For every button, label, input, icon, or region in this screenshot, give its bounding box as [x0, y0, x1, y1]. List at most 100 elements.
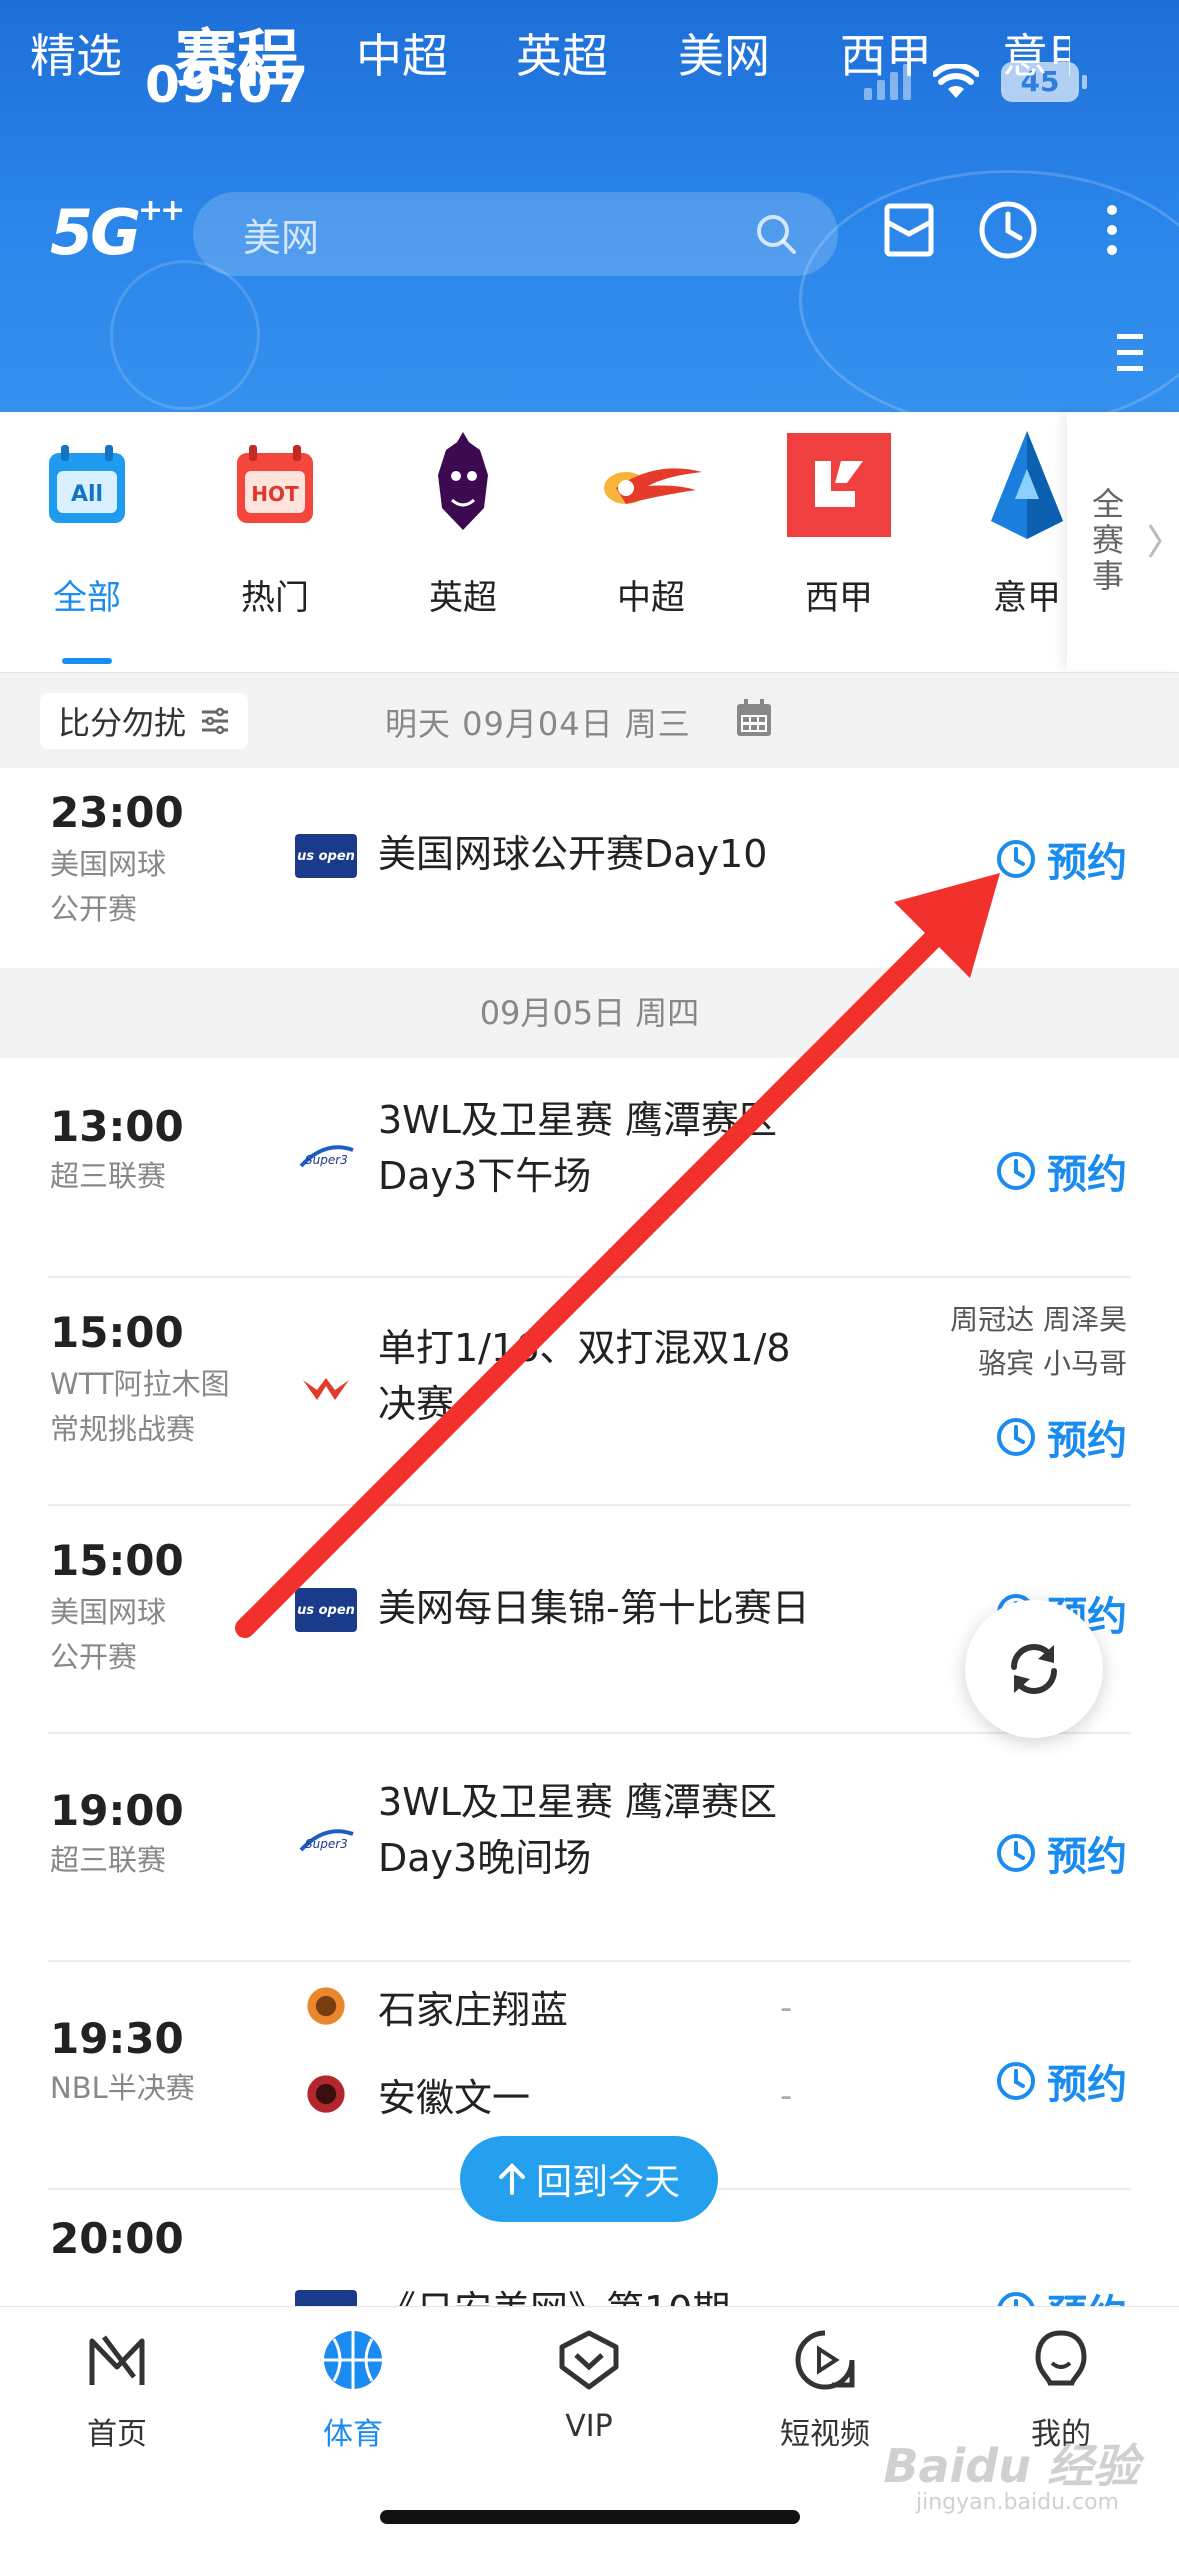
- match-category: NBL半决赛: [50, 2071, 195, 2105]
- all-events-button[interactable]: 全赛事: [1067, 412, 1179, 670]
- league-csl[interactable]: 中超: [576, 412, 726, 619]
- csl-icon: [596, 430, 706, 540]
- watermark: Baidu 经验: [883, 2439, 1139, 2493]
- league-laliga[interactable]: 西甲: [764, 412, 914, 619]
- match-title: 美国网球公开赛Day10: [378, 832, 768, 876]
- schedule-row[interactable]: 23:00 美国网球 公开赛 us open 美国网球公开赛Day10 预约: [0, 768, 1179, 968]
- league-all[interactable]: All 全部: [12, 412, 162, 619]
- svg-text:All: All: [71, 482, 103, 507]
- league-label: 热门: [241, 578, 309, 618]
- reserve-button[interactable]: 预约: [995, 1142, 1127, 1200]
- league-hot[interactable]: HOT 热门: [200, 412, 350, 619]
- clock-icon: [997, 1834, 1035, 1872]
- watermark-sub: jingyan.baidu.com: [915, 2490, 1119, 2515]
- league-label: 中超: [617, 578, 685, 618]
- back-to-today-button[interactable]: 回到今天: [460, 2136, 718, 2222]
- team-logo-icon: [307, 2075, 345, 2113]
- date-label: 明天 09月04日 周三: [385, 705, 691, 743]
- home-icon: [89, 2335, 145, 2385]
- header-decoration: [110, 260, 260, 410]
- tab-csl[interactable]: 中超: [356, 20, 448, 86]
- all-events-label: 全赛事: [1087, 487, 1125, 595]
- 5g-logo: 5G++: [50, 193, 185, 269]
- svg-text:HOT: HOT: [251, 482, 299, 506]
- wifi-icon: [933, 64, 979, 98]
- more-icon[interactable]: [1100, 200, 1124, 260]
- hot-icon: HOT: [220, 430, 330, 540]
- header: 09:07 45 5G++ 美网 精选 赛程 中超 英超 美网 西甲 意甲: [0, 0, 1179, 412]
- calendar-icon[interactable]: [734, 697, 774, 739]
- match-time: 15:00: [50, 1536, 184, 1585]
- match-time: 20:00: [50, 2214, 184, 2263]
- reserve-button[interactable]: 预约: [995, 830, 1127, 888]
- match-category: 美国网球 公开赛: [50, 1595, 167, 1674]
- nav-sports[interactable]: 体育: [268, 2327, 438, 2453]
- team-logo-icon: [307, 1987, 345, 2025]
- arrow-up-icon: [498, 2163, 525, 2195]
- sports-icon: [324, 2331, 382, 2389]
- filter-bar: 比分勿扰 明天 09月04日 周三: [0, 672, 1179, 768]
- date-separator: 09月05日 周四: [0, 968, 1179, 1058]
- reserve-button[interactable]: 预约: [995, 1408, 1127, 1466]
- svg-text:Super3: Super3: [305, 1153, 348, 1167]
- super3-logo-icon: Super3: [299, 1829, 354, 1852]
- usopen-logo-icon: us open: [295, 1588, 357, 1632]
- schedule-row[interactable]: 13:00 超三联赛 Super3 3WL及卫星赛 鹰潭赛区 Day3下午场 预…: [0, 1058, 1179, 1278]
- history-icon[interactable]: [978, 200, 1038, 260]
- no-disturb-label: 比分勿扰: [58, 704, 187, 742]
- match-category: 超三联赛: [50, 1843, 167, 1877]
- vip-icon: [559, 2330, 619, 2390]
- chevron-right-icon: [1148, 524, 1162, 558]
- schedule-row[interactable]: 19:00 超三联赛 Super3 3WL及卫星赛 鹰潭赛区 Day3晚间场 预…: [0, 1734, 1179, 1962]
- usopen-logo-icon: us open: [295, 2290, 357, 2306]
- match-time: 19:30: [50, 2014, 184, 2063]
- schedule-row[interactable]: 15:00 WTT阿拉木图 常规挑战赛 单打1/16、双打混双1/8 决赛 周冠…: [0, 1278, 1179, 1506]
- usopen-logo-icon: us open: [295, 834, 357, 878]
- reserve-button[interactable]: 预约: [995, 2282, 1127, 2306]
- wtt-logo-icon: [303, 1378, 349, 1400]
- short-video-icon: [795, 2330, 855, 2390]
- match-title: 单打1/16、双打混双1/8 决赛: [378, 1326, 791, 1426]
- refresh-icon: [1011, 1644, 1057, 1694]
- search-placeholder: 美网: [243, 215, 320, 260]
- tab-laliga[interactable]: 西甲: [840, 20, 932, 86]
- home-indicator: [380, 2510, 800, 2524]
- premier-league-icon: [408, 430, 518, 540]
- laliga-icon: [784, 430, 894, 540]
- search-input[interactable]: 美网: [193, 192, 838, 276]
- league-epl[interactable]: 英超: [388, 412, 538, 619]
- clock-icon: [997, 1152, 1035, 1190]
- tab-serie-a[interactable]: 意甲: [1002, 20, 1070, 86]
- tab-epl[interactable]: 英超: [516, 20, 608, 86]
- tab-usopen[interactable]: 美网: [678, 20, 770, 86]
- match-players: 周冠达 周泽昊 骆宾 小马哥: [950, 1303, 1127, 1380]
- clock-icon: [997, 2292, 1035, 2306]
- match-title: 《日安美网》第10期: [378, 2282, 938, 2306]
- filter-icon: [202, 707, 229, 735]
- league-label: 全部: [53, 578, 121, 618]
- tab-schedule[interactable]: 赛程: [175, 8, 299, 98]
- league-selector: All 全部 HOT 热门 英超 中超 西甲 意甲 全赛事: [0, 412, 1179, 670]
- match-title: 3WL及卫星赛 鹰潭赛区 Day3下午场: [378, 1098, 778, 1198]
- all-icon: All: [32, 430, 142, 540]
- team-score: -: [780, 2076, 793, 2116]
- clock-icon: [997, 840, 1035, 878]
- tab-menu-icon[interactable]: [1115, 330, 1145, 376]
- nav-vip[interactable]: VIP: [504, 2327, 674, 2444]
- match-title: 3WL及卫星赛 鹰潭赛区 Day3晚间场: [378, 1780, 778, 1880]
- super3-logo-icon: Super3: [299, 1145, 354, 1168]
- match-time: 15:00: [50, 1308, 184, 1357]
- svg-text:Super3: Super3: [305, 1837, 348, 1851]
- reserve-button[interactable]: 预约: [995, 1824, 1127, 1882]
- tab-jingxuan[interactable]: 精选: [30, 20, 122, 86]
- reserve-button[interactable]: 预约: [995, 2052, 1127, 2110]
- search-icon: [757, 215, 796, 254]
- no-disturb-button[interactable]: 比分勿扰: [40, 693, 249, 749]
- refresh-button[interactable]: [965, 1600, 1103, 1738]
- match-title: 美网每日集锦-第十比赛日: [378, 1586, 810, 1630]
- active-indicator: [62, 658, 112, 664]
- message-icon[interactable]: [884, 200, 934, 260]
- profile-icon: [1035, 2330, 1087, 2386]
- nav-home[interactable]: 首页: [32, 2327, 202, 2453]
- team-score: -: [780, 1988, 793, 2028]
